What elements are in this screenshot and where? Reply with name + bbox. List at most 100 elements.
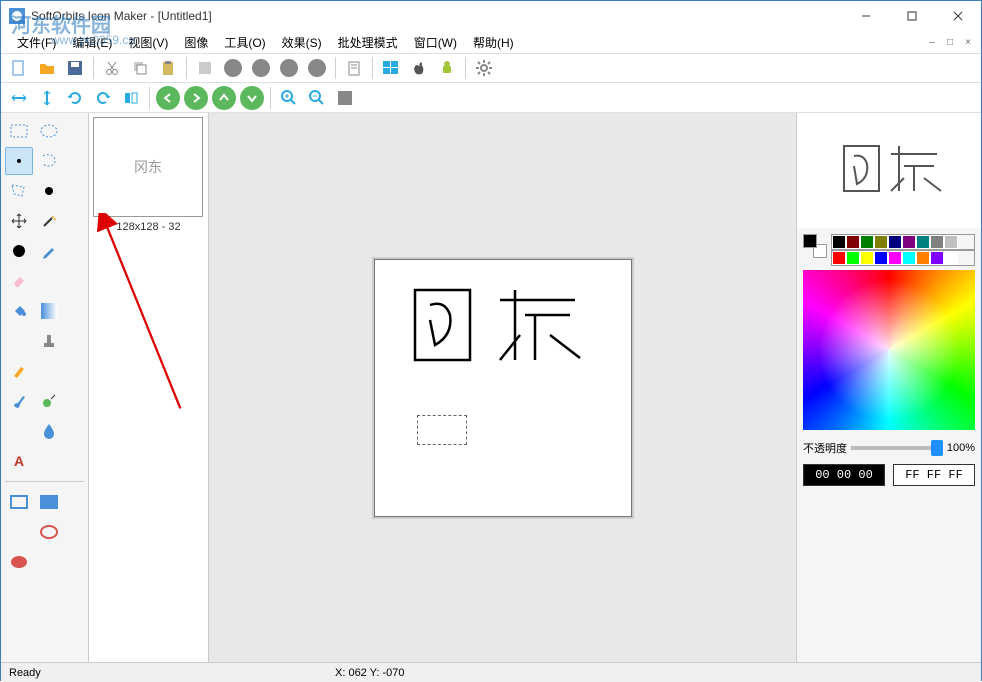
bg-hex[interactable]: FF FF FF (893, 464, 975, 486)
color-swatch[interactable] (916, 251, 930, 265)
rotate-right-button[interactable] (91, 86, 115, 110)
close-button[interactable] (935, 1, 981, 31)
circle-4-button[interactable] (305, 56, 329, 80)
nav-down-button[interactable] (240, 86, 264, 110)
nav-right-button[interactable] (184, 86, 208, 110)
android-icon[interactable] (435, 56, 459, 80)
select-ellipse-tool[interactable] (35, 117, 63, 145)
thumbnail-preview-text: 冈东 (134, 157, 162, 177)
nav-left-button[interactable] (156, 86, 180, 110)
apple-icon[interactable] (407, 56, 431, 80)
tool-panel: A (1, 113, 89, 662)
paste-button[interactable] (156, 56, 180, 80)
titlebar: SoftOrbits Icon Maker - [Untitled1] (1, 1, 981, 31)
mdi-close[interactable]: × (961, 35, 975, 49)
copy-button[interactable] (128, 56, 152, 80)
menu-window[interactable]: 窗口(W) (406, 31, 465, 54)
menu-batch[interactable]: 批处理模式 (330, 31, 406, 54)
color-swatch[interactable] (846, 235, 860, 249)
right-panel: 不透明度 100% 00 00 00 FF FF FF (796, 113, 981, 662)
rect-shape-tool[interactable] (5, 488, 33, 516)
nav-up-button[interactable] (212, 86, 236, 110)
eraser-tool[interactable] (5, 267, 33, 295)
settings-button[interactable] (472, 56, 496, 80)
color-swatch[interactable] (874, 251, 888, 265)
circle-3-button[interactable] (277, 56, 301, 80)
save-button[interactable] (63, 56, 87, 80)
icon-thumbnail[interactable]: 冈东 (93, 117, 203, 217)
color-swatch[interactable] (944, 251, 958, 265)
select-rect-tool[interactable] (5, 117, 33, 145)
text-tool[interactable]: A (5, 447, 33, 475)
new-file-button[interactable] (7, 56, 31, 80)
color-swatch[interactable] (930, 251, 944, 265)
brush-size-small[interactable] (5, 147, 33, 175)
menu-file[interactable]: 文件(F) (9, 31, 64, 54)
polygon-lasso-tool[interactable] (5, 177, 33, 205)
annotation-arrow (94, 213, 194, 413)
editing-canvas[interactable] (374, 259, 632, 517)
color-picker[interactable] (803, 270, 975, 430)
cut-button[interactable] (100, 56, 124, 80)
color-palette (797, 228, 981, 436)
brush-tool[interactable] (5, 357, 33, 385)
color-swatch[interactable] (888, 251, 902, 265)
fit-width-button[interactable] (7, 86, 31, 110)
menu-image[interactable]: 图像 (176, 31, 216, 54)
magic-wand-tool[interactable] (35, 207, 63, 235)
mdi-minimize[interactable]: – (925, 35, 939, 49)
lasso-tool[interactable] (35, 147, 63, 175)
color-swatch[interactable] (860, 251, 874, 265)
color-swatch[interactable] (902, 251, 916, 265)
circle-1-button[interactable] (221, 56, 245, 80)
fg-bg-swatch[interactable] (803, 234, 827, 258)
move-tool[interactable] (5, 207, 33, 235)
fg-hex[interactable]: 00 00 00 (803, 464, 885, 486)
minimize-button[interactable] (843, 1, 889, 31)
color-swatch[interactable] (832, 235, 846, 249)
flip-button[interactable] (119, 86, 143, 110)
fit-height-button[interactable] (35, 86, 59, 110)
preview-pane (797, 113, 981, 228)
stamp-tool[interactable] (35, 327, 63, 355)
zoom-in-button[interactable] (277, 86, 301, 110)
color-swatch[interactable] (916, 235, 930, 249)
blur-tool[interactable] (35, 417, 63, 445)
menu-tools[interactable]: 工具(O) (216, 31, 273, 54)
filled-rect-tool[interactable] (35, 488, 63, 516)
mdi-restore[interactable]: □ (943, 35, 957, 49)
stop-button[interactable] (333, 86, 357, 110)
filled-ellipse-tool[interactable] (5, 548, 33, 576)
menu-view[interactable]: 视图(V) (120, 31, 176, 54)
paintbrush-tool[interactable] (5, 387, 33, 415)
zoom-out-button[interactable] (305, 86, 329, 110)
color-swatch[interactable] (832, 251, 846, 265)
color-swatch[interactable] (944, 235, 958, 249)
color-swatch[interactable] (874, 235, 888, 249)
fill-tool[interactable] (5, 297, 33, 325)
color-replace-tool[interactable] (35, 387, 63, 415)
menu-edit[interactable]: 编辑(E) (64, 31, 120, 54)
brush-size-medium[interactable] (35, 177, 63, 205)
ellipse-shape-tool[interactable] (35, 518, 63, 546)
color-swatch[interactable] (860, 235, 874, 249)
pencil-tool[interactable] (35, 237, 63, 265)
gradient-tool[interactable] (35, 297, 63, 325)
color-swatch[interactable] (846, 251, 860, 265)
menu-help[interactable]: 帮助(H) (465, 31, 522, 54)
new-icon-button[interactable] (193, 56, 217, 80)
open-file-button[interactable] (35, 56, 59, 80)
maximize-button[interactable] (889, 1, 935, 31)
opacity-slider[interactable] (851, 446, 943, 450)
color-swatch[interactable] (888, 235, 902, 249)
menu-effects[interactable]: 效果(S) (274, 31, 330, 54)
rotate-left-button[interactable] (63, 86, 87, 110)
export-button[interactable] (342, 56, 366, 80)
circle-2-button[interactable] (249, 56, 273, 80)
brush-size-large[interactable] (5, 237, 33, 265)
color-swatch[interactable] (902, 235, 916, 249)
opacity-label: 不透明度 (803, 440, 847, 456)
foreground-color[interactable] (803, 234, 817, 248)
color-swatch[interactable] (930, 235, 944, 249)
windows-icon[interactable] (379, 56, 403, 80)
